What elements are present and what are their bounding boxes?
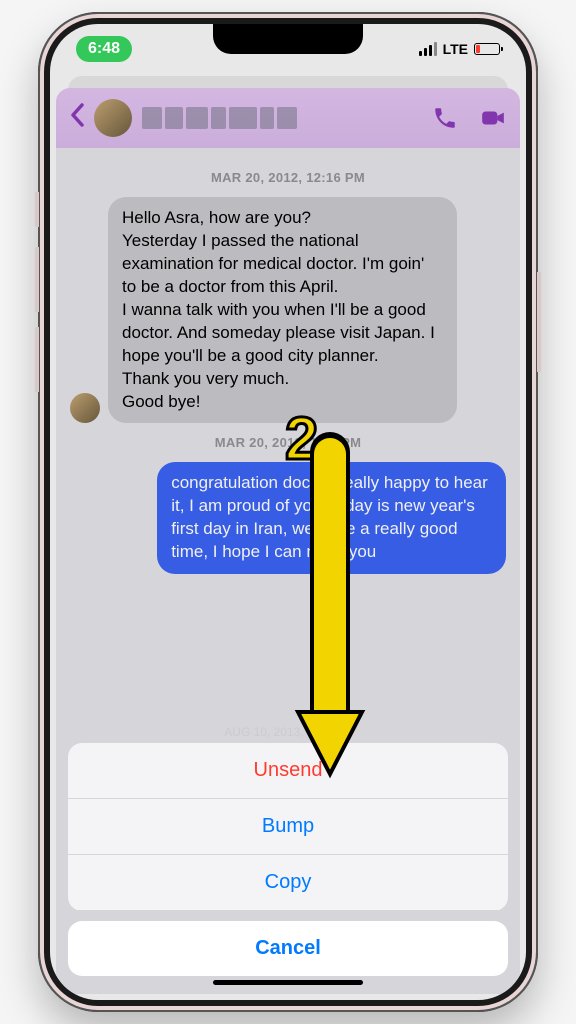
copy-button[interactable]: Copy [68, 855, 508, 911]
phone-frame: 6:48 LTE [38, 12, 538, 1012]
chat-card: MAR 20, 2012, 12:16 PM Hello Asra, how a… [56, 88, 520, 994]
notch [213, 24, 363, 54]
action-sheet: Unsend Bump Copy AUG 10, 2013, 5:12 PM C… [68, 743, 508, 976]
battery-icon [474, 43, 500, 55]
unsend-button[interactable]: Unsend [68, 743, 508, 799]
cancel-button[interactable]: Cancel [68, 921, 508, 976]
screen: 6:48 LTE [50, 24, 526, 1000]
signal-icon [419, 42, 437, 56]
status-time-pill[interactable]: 6:48 [76, 36, 132, 62]
home-indicator[interactable] [213, 980, 363, 985]
bump-button[interactable]: Bump [68, 799, 508, 855]
network-label: LTE [443, 41, 468, 57]
